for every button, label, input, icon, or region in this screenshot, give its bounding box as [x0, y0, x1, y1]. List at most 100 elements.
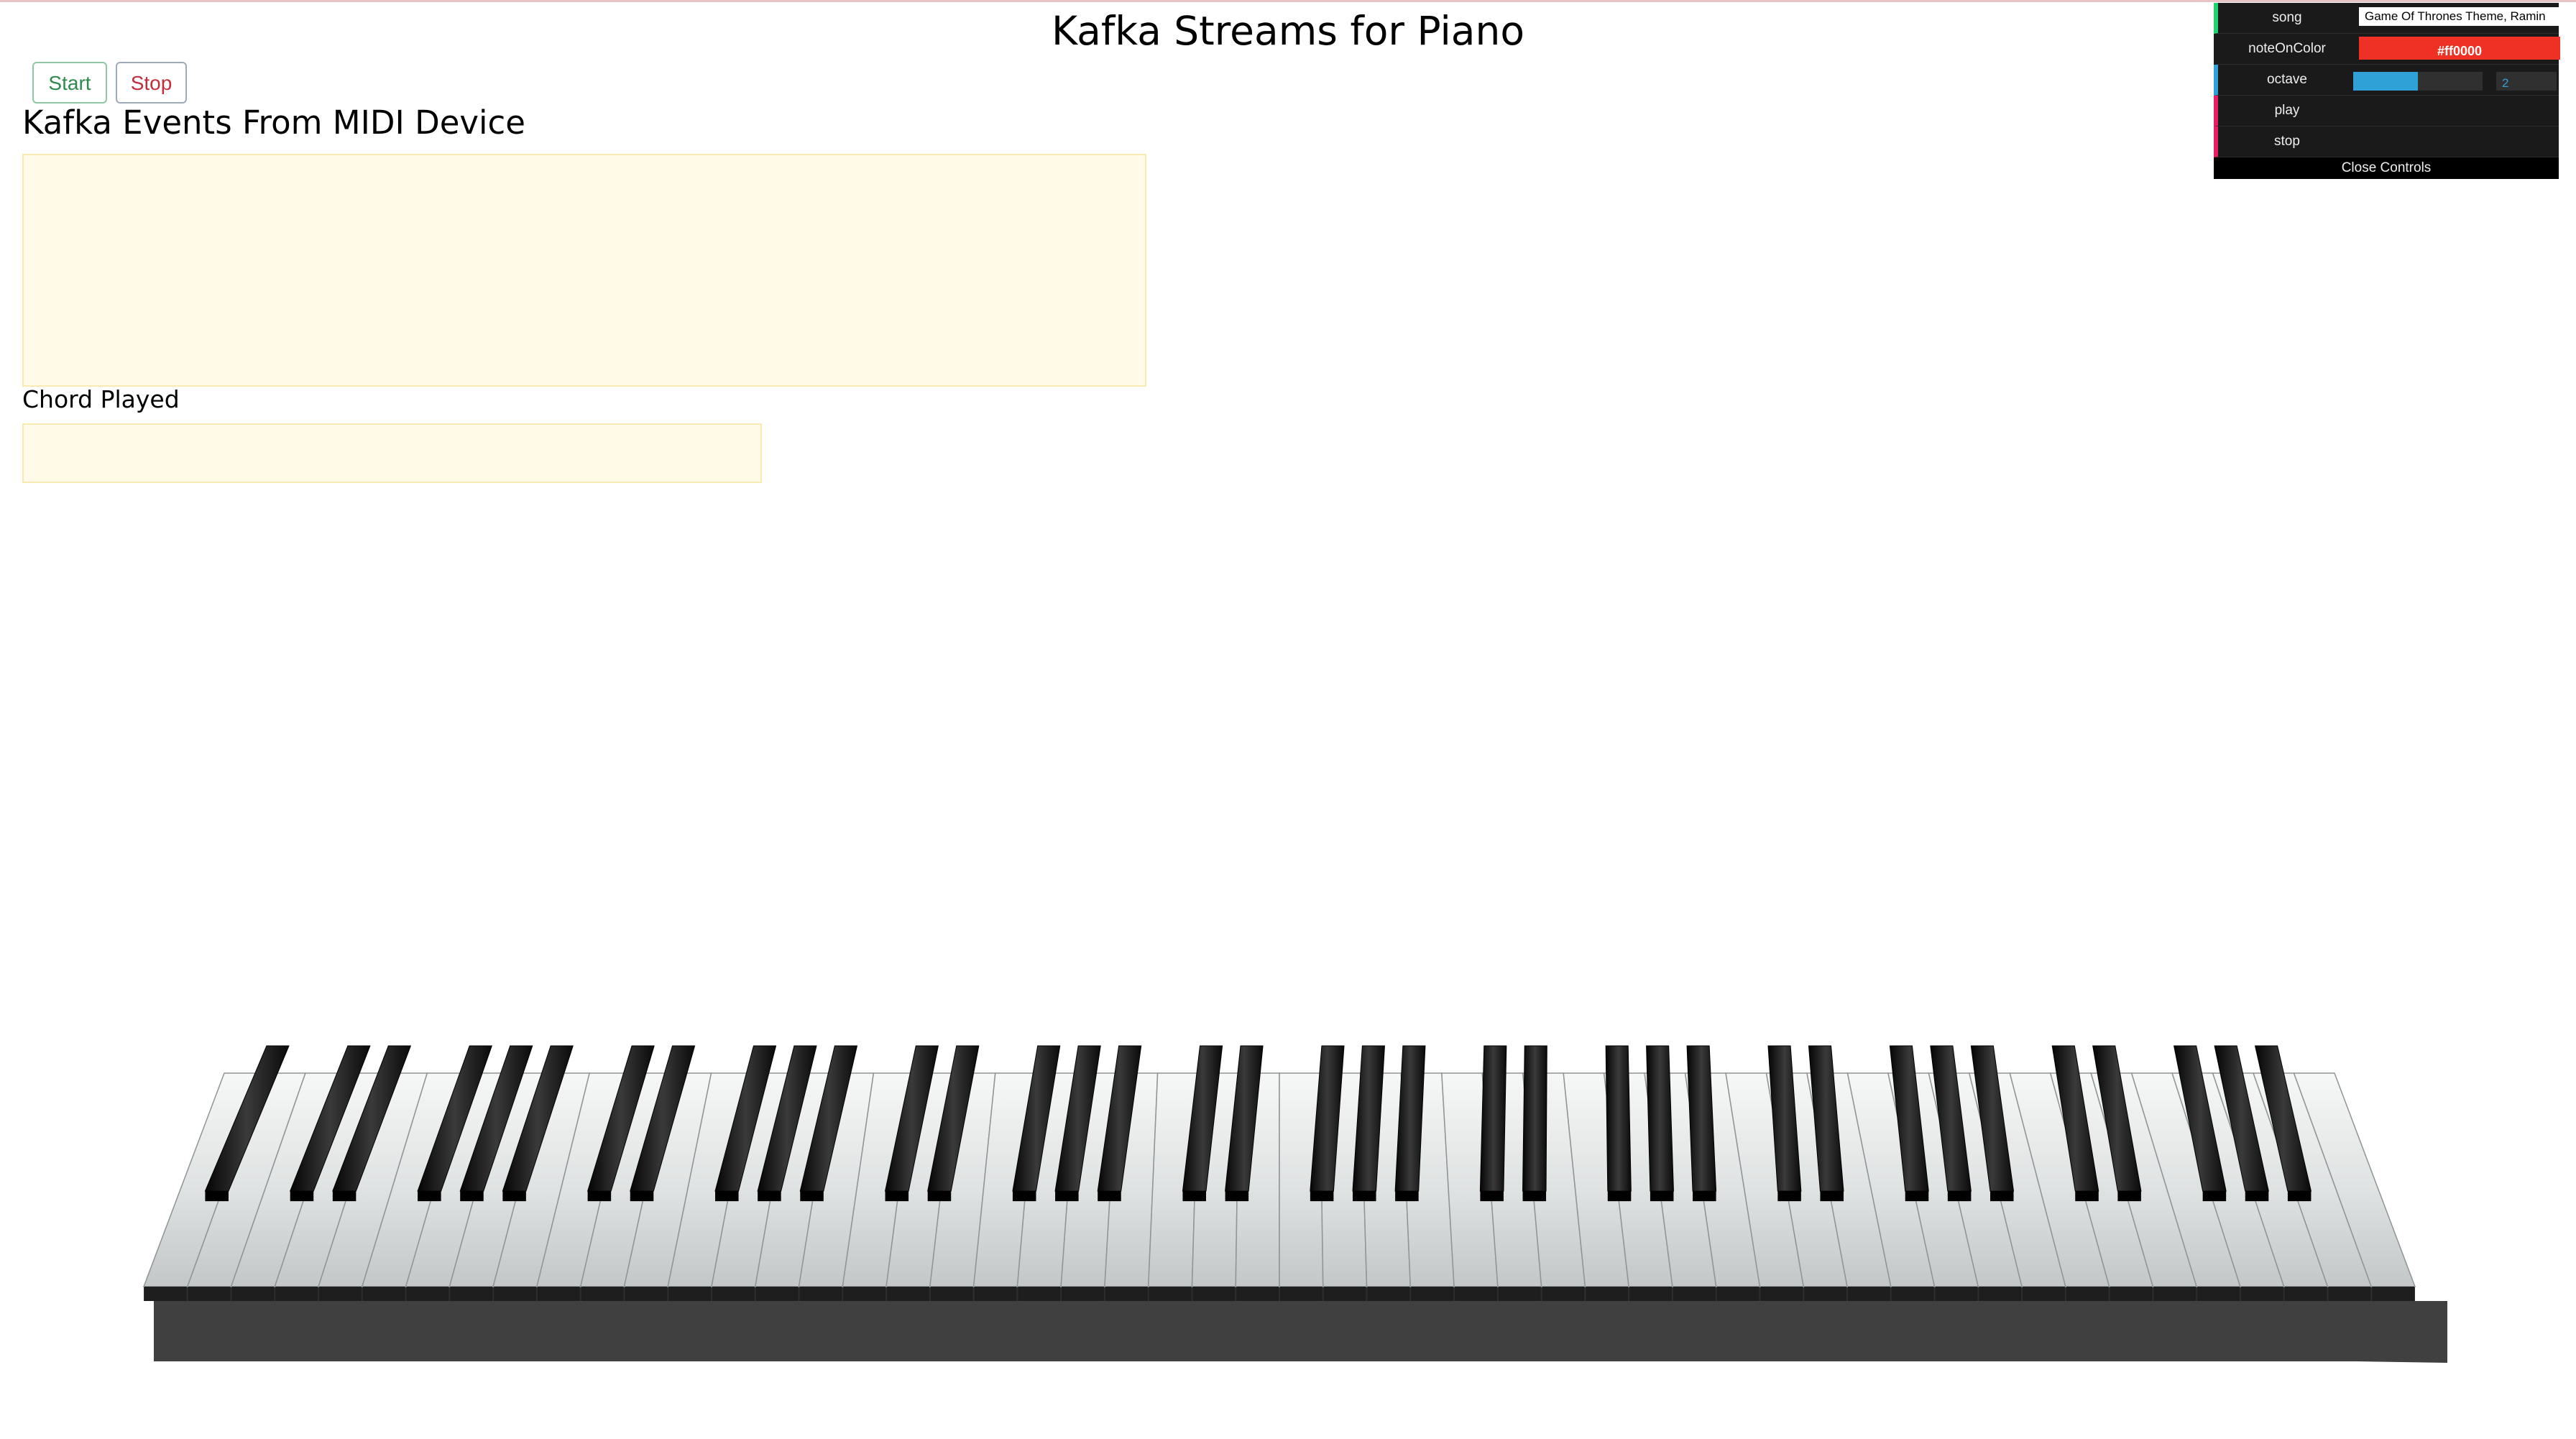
white-key-front: [406, 1287, 449, 1301]
white-key-front: [1498, 1287, 1541, 1301]
black-key[interactable]: [1522, 1045, 1547, 1192]
octave-slider-fill: [2353, 72, 2418, 91]
white-key-front: [1716, 1287, 1760, 1301]
white-key-front: [843, 1287, 886, 1301]
play-button[interactable]: play: [2222, 96, 2352, 126]
song-label: song: [2272, 10, 2302, 25]
white-key-front: [2240, 1287, 2283, 1301]
black-key-front: [1395, 1191, 1419, 1202]
black-key-front: [1310, 1191, 1334, 1202]
black-key-front: [800, 1191, 824, 1202]
black-key-front: [1607, 1191, 1632, 1202]
black-key-front: [758, 1191, 781, 1202]
white-key-front: [275, 1287, 318, 1301]
black-key-front: [2117, 1191, 2141, 1202]
gui-row-note-color[interactable]: noteOnColor #ff0000: [2214, 34, 2560, 65]
black-key[interactable]: [1605, 1045, 1632, 1192]
events-heading: Kafka Events From MIDI Device: [22, 104, 525, 142]
song-select[interactable]: Game Of Thrones Theme, Ramin: [2359, 7, 2563, 26]
white-key-front: [930, 1287, 973, 1301]
black-key-front: [205, 1191, 229, 1202]
white-key-front: [2153, 1287, 2196, 1301]
chord-output: [22, 423, 762, 483]
piano-base-shadow: [154, 1301, 2447, 1363]
white-key-front: [188, 1287, 231, 1301]
white-key-front: [2066, 1287, 2109, 1301]
white-key-front: [1149, 1287, 1192, 1301]
black-key-front: [502, 1191, 526, 1202]
gui-row-stop[interactable]: stop: [2214, 127, 2559, 157]
white-key-front: [2023, 1287, 2065, 1301]
black-key-front: [2245, 1191, 2269, 1202]
note-color-picker[interactable]: #ff0000: [2359, 37, 2560, 60]
octave-label: octave: [2267, 72, 2307, 87]
octave-slider[interactable]: [2353, 72, 2483, 91]
white-key-front: [450, 1287, 493, 1301]
white-key-front: [1979, 1287, 2022, 1301]
white-key-front: [1848, 1287, 1890, 1301]
white-key-front: [1760, 1287, 1803, 1301]
start-button[interactable]: Start: [32, 62, 107, 104]
black-key-front: [587, 1191, 612, 1202]
black-key-front: [1098, 1191, 1121, 1202]
octave-input[interactable]: 2: [2496, 72, 2557, 91]
white-key-front: [537, 1287, 580, 1301]
black-key-front: [1905, 1191, 1929, 1202]
close-controls-button[interactable]: Close Controls: [2214, 157, 2559, 179]
white-key-front: [2284, 1287, 2327, 1301]
black-key-front: [1055, 1191, 1079, 1202]
black-key-front: [1777, 1191, 1801, 1202]
black-key-front: [2287, 1191, 2312, 1202]
black-key-front: [1480, 1191, 1504, 1202]
white-key-front: [1411, 1287, 1454, 1301]
gui-row-octave[interactable]: octave 2: [2214, 65, 2559, 96]
black-key-front: [1650, 1191, 1674, 1202]
white-key-front: [2110, 1287, 2153, 1301]
black-key-front: [1947, 1191, 1972, 1202]
gui-stop-button[interactable]: stop: [2222, 127, 2352, 157]
white-key-front: [1935, 1287, 1978, 1301]
white-key-front: [494, 1287, 536, 1301]
white-key-front: [1455, 1287, 1497, 1301]
black-key[interactable]: [1479, 1045, 1507, 1192]
white-key-front: [2197, 1287, 2240, 1301]
events-log: [22, 154, 1146, 387]
black-key-front: [1225, 1191, 1249, 1202]
white-key-front: [2372, 1287, 2414, 1301]
black-key-front: [630, 1191, 654, 1202]
black-key-front: [2075, 1191, 2099, 1202]
chord-label: Chord Played: [22, 385, 180, 413]
white-key-front: [1804, 1287, 1846, 1301]
white-key-front: [1323, 1287, 1366, 1301]
white-key-front: [755, 1287, 799, 1301]
stop-button[interactable]: Stop: [116, 62, 187, 104]
white-key-front: [974, 1287, 1017, 1301]
black-key-front: [1012, 1191, 1036, 1202]
controls-panel: song Game Of Thrones Theme, Ramin noteOn…: [2214, 3, 2563, 179]
white-key-front: [1062, 1287, 1104, 1301]
black-key-front: [1522, 1191, 1547, 1202]
white-key-front: [1018, 1287, 1061, 1301]
white-key-front: [1891, 1287, 1934, 1301]
white-key-front: [1192, 1287, 1236, 1301]
white-key-front: [668, 1287, 711, 1301]
gui-row-song[interactable]: song Game Of Thrones Theme, Ramin: [2214, 3, 2563, 34]
white-key-front: [712, 1287, 755, 1301]
black-key-front: [927, 1191, 952, 1202]
black-key-front: [332, 1191, 356, 1202]
gui-row-play[interactable]: play: [2214, 96, 2559, 127]
black-key-front: [1353, 1191, 1376, 1202]
piano-keyboard[interactable]: [0, 1006, 2576, 1380]
page-title: Kafka Streams for Piano: [1052, 8, 1524, 54]
black-key[interactable]: [1646, 1045, 1674, 1192]
top-rule: [0, 0, 2576, 2]
white-key-front: [1542, 1287, 1585, 1301]
note-color-label: noteOnColor: [2248, 41, 2326, 56]
black-key-front: [885, 1191, 909, 1202]
white-key-front: [1367, 1287, 1410, 1301]
white-key-front: [625, 1287, 668, 1301]
white-key-front: [1586, 1287, 1629, 1301]
white-key-front: [231, 1287, 275, 1301]
white-key-front: [887, 1287, 929, 1301]
white-key-front: [2328, 1287, 2371, 1301]
